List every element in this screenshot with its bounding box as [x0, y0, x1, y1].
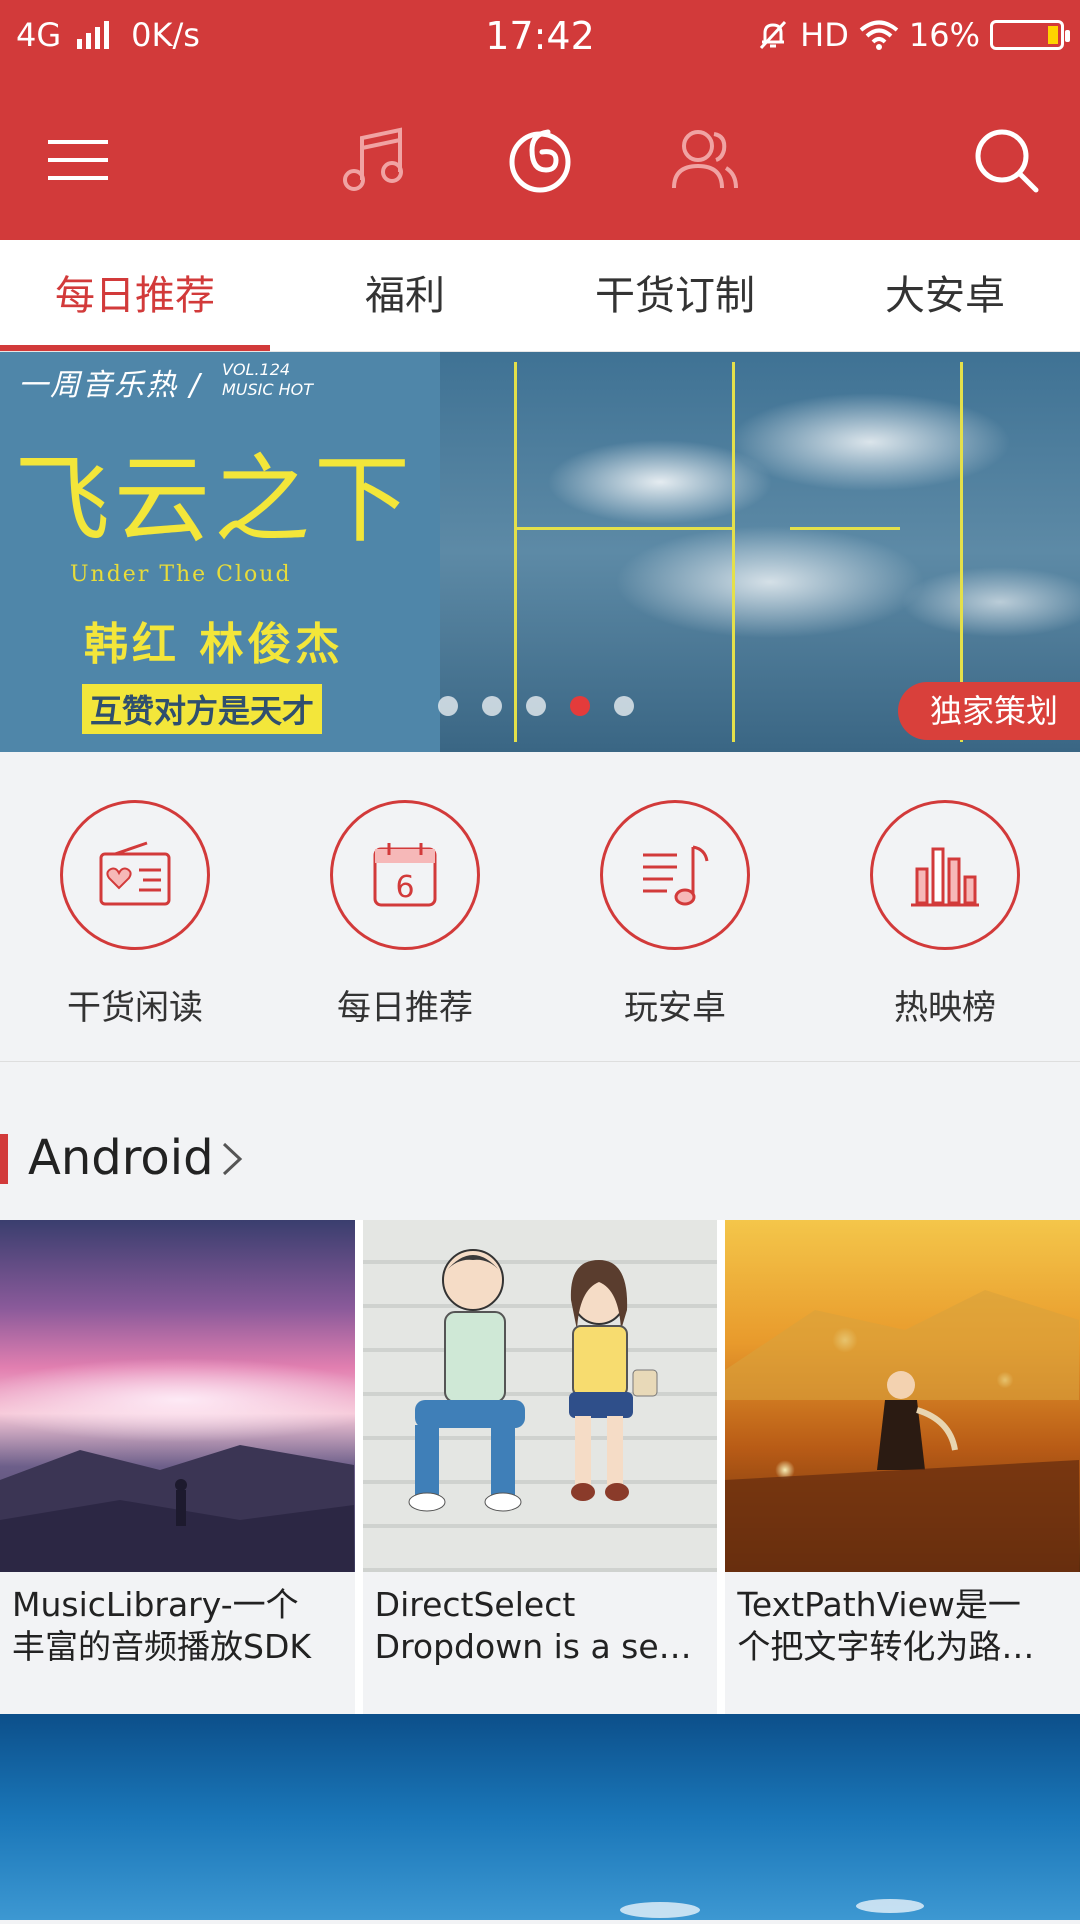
pager-dot[interactable] [614, 696, 634, 716]
shortcut-reading[interactable]: 干货闲读 [0, 752, 270, 1061]
shortcut-label: 每日推荐 [337, 988, 473, 1028]
card-title-line: MusicLibrary-一个 [12, 1585, 299, 1624]
mute-bell-icon [760, 20, 787, 50]
calendar-day: 6 [395, 870, 414, 905]
radio-heart-icon [99, 841, 171, 906]
article-card[interactable]: TextPathView是一 个把文字转化为路… [725, 1220, 1080, 1714]
banner-carousel[interactable]: 一周音乐热 / VOL.124 MUSIC HOT 飞云之下 Under The… [0, 352, 1080, 752]
pager-dot-active[interactable] [570, 696, 590, 716]
card-thumbnail [725, 1220, 1080, 1572]
shortcut-circle[interactable] [870, 800, 1020, 950]
pager-dot[interactable] [526, 696, 546, 716]
card-title-line: DirectSelect [374, 1585, 576, 1624]
tab-android[interactable]: 大安卓 [810, 240, 1080, 351]
banner-artists: 韩红 林俊杰 [84, 619, 344, 670]
article-card[interactable]: DirectSelect Dropdown is a se… [362, 1220, 718, 1714]
shortcut-daily[interactable]: 6 每日推荐 [270, 752, 540, 1061]
category-tabs: 每日推荐 福利 干货订制 大安卓 [0, 240, 1080, 352]
shortcut-hot-chart[interactable]: 热映榜 [810, 752, 1080, 1061]
couple-illustration [408, 1249, 658, 1512]
wifi-icon [859, 20, 899, 50]
cloud-decoration [620, 1899, 924, 1918]
android-card-row: MusicLibrary-一个 丰富的音频播放SDK DirectSelect … [0, 1220, 1080, 1714]
banner-vol: VOL.124 [222, 360, 291, 379]
banner-album-cover: 一周音乐热 / VOL.124 MUSIC HOT 飞云之下 Under The… [0, 352, 440, 752]
shortcut-label: 玩安卓 [624, 988, 726, 1028]
shortcut-label: 热映榜 [894, 988, 996, 1028]
banner-deco-line [790, 527, 900, 530]
section-accent-bar [0, 1134, 8, 1184]
friends-icon[interactable] [666, 122, 742, 198]
banner-slogan: 互赞对方是天才 [82, 684, 323, 734]
shortcut-row: 干货闲读 6 每日推荐 玩安卓 热映榜 [0, 752, 1080, 1062]
shortcut-circle[interactable] [600, 800, 750, 950]
banner-music-hot: MUSIC HOT [222, 380, 314, 399]
card-caption: TextPathView是一 个把文字转化为路… [725, 1572, 1080, 1714]
pager-dot[interactable] [438, 696, 458, 716]
banner-vol-label: VOL.124 MUSIC HOT [222, 360, 313, 400]
card-title-line: 个把文字转化为路… [737, 1627, 1035, 1666]
banner-deco-line [514, 362, 517, 742]
playlist-icon [643, 845, 709, 906]
search-icon[interactable] [968, 122, 1044, 198]
music-note-icon[interactable] [336, 122, 412, 198]
tab-daily-recommend[interactable]: 每日推荐 [0, 240, 270, 351]
card-caption: MusicLibrary-一个 丰富的音频播放SDK [0, 1572, 355, 1714]
pager-dot[interactable] [482, 696, 502, 716]
calendar-icon: 6 [373, 843, 437, 907]
tab-welfare[interactable]: 福利 [270, 240, 540, 351]
section-header-android[interactable]: Android [0, 1130, 600, 1186]
card-thumbnail [0, 1220, 355, 1572]
tab-custom[interactable]: 干货订制 [540, 240, 810, 351]
section-title: Android [28, 1130, 214, 1186]
bar-chart-icon [911, 847, 979, 907]
chevron-right-icon [222, 1142, 243, 1176]
field-girl-art [725, 1290, 1080, 1572]
banner-deco-line [732, 362, 735, 742]
shortcut-play-android[interactable]: 玩安卓 [540, 752, 810, 1061]
banner-title: 飞云之下 [14, 444, 414, 556]
battery-percent: 16% [908, 16, 980, 54]
card-title-line: 丰富的音频播放SDK [12, 1627, 311, 1666]
banner-weekly-label: 一周音乐热 / [18, 368, 202, 403]
menu-icon[interactable] [40, 122, 116, 198]
banner-pager [438, 696, 634, 716]
article-card[interactable]: MusicLibrary-一个 丰富的音频播放SDK [0, 1220, 355, 1714]
status-bar: 4G 0K/s 17:42 HD 16% [0, 0, 1080, 74]
banner-deco-line [514, 527, 734, 530]
shortcut-circle[interactable]: 6 [330, 800, 480, 950]
landscape-art [0, 1445, 354, 1572]
shortcut-circle[interactable] [60, 800, 210, 950]
banner-subtitle: Under The Cloud [70, 562, 292, 587]
exclusive-badge: 独家策划 [897, 682, 1080, 740]
netease-logo-icon[interactable] [502, 122, 578, 198]
card-title-line: Dropdown is a se… [374, 1627, 692, 1666]
battery-icon [990, 20, 1070, 50]
card-title-line: TextPathView是一 [737, 1585, 1021, 1624]
card-caption: DirectSelect Dropdown is a se… [363, 1572, 718, 1714]
shortcut-label: 干货闲读 [67, 988, 203, 1028]
card-thumbnail [362, 1220, 718, 1572]
next-section-image[interactable] [0, 1714, 1080, 1920]
app-toolbar [0, 74, 1080, 240]
hd-indicator: HD [800, 16, 849, 54]
